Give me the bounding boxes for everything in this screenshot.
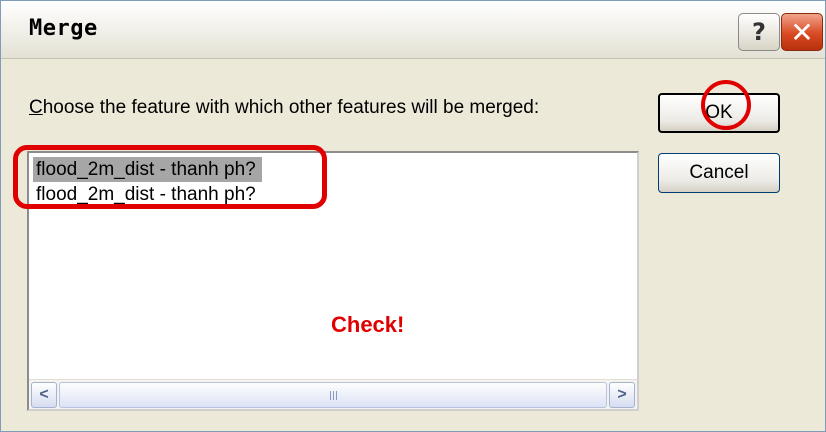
chevron-right-icon: > [617, 386, 627, 403]
scroll-right-button[interactable]: > [609, 382, 635, 408]
grip-icon [329, 390, 337, 400]
instruction-text: hoose the feature with which other featu… [42, 97, 540, 118]
help-icon: ? [752, 18, 766, 46]
merge-dialog: Merge ? ✕ Choose the feature with which … [0, 0, 826, 432]
close-button[interactable]: ✕ [781, 13, 823, 51]
annotation-circle-ok [701, 80, 751, 130]
scroll-thumb[interactable] [59, 382, 607, 408]
annotation-box-list-items [13, 145, 327, 209]
instruction-label: Choose the feature with which other feat… [29, 97, 539, 119]
annotation-check-text: Check! [331, 312, 405, 337]
instruction-accel-key: C [29, 97, 43, 118]
chevron-left-icon: < [39, 386, 49, 403]
dialog-title: Merge [29, 16, 98, 41]
horizontal-scrollbar[interactable]: < > [29, 379, 637, 409]
scroll-left-button[interactable]: < [31, 382, 57, 408]
help-button[interactable]: ? [738, 13, 780, 51]
cancel-button[interactable]: Cancel [658, 153, 780, 193]
close-icon: ✕ [790, 15, 814, 49]
title-bar[interactable]: Merge ? ✕ [1, 1, 825, 59]
